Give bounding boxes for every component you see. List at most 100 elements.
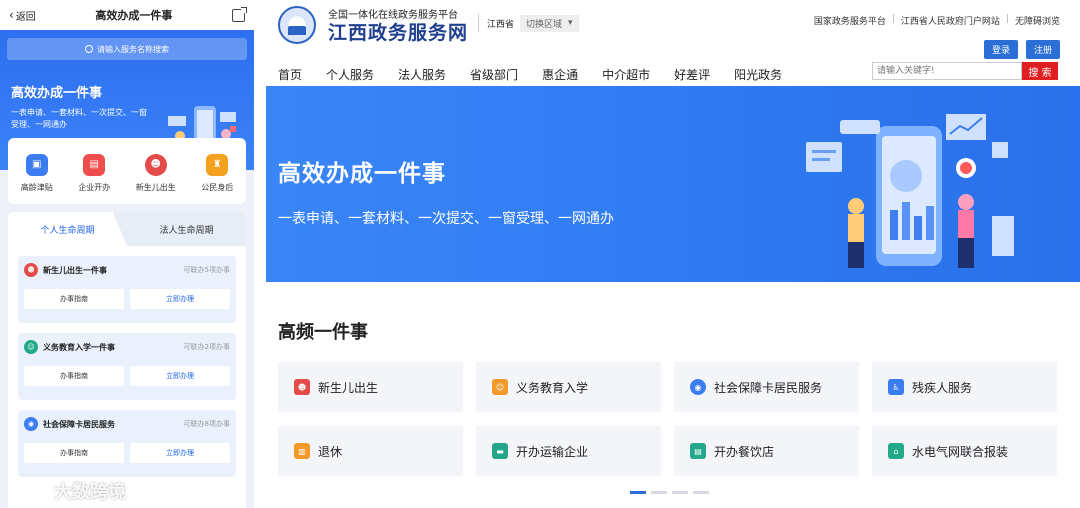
nav-corporate[interactable]: 法人服务 (398, 66, 446, 83)
mobile-quick-icons: ▣ 高龄津贴 ▤ 企业开办 ☻ 新生儿出生 ♜ 公民身后 (8, 138, 246, 204)
service-label: 水电气网联合报装 (912, 444, 1009, 459)
mobile-hero-subtitle: 一表申请、一套材料、一次提交、一窗受理、一网通办 (11, 108, 147, 129)
service-label: 开办餐饮店 (714, 444, 775, 459)
quick-item-0[interactable]: ▣ 高龄津贴 (20, 153, 53, 193)
service-tile[interactable]: ⌂ 水电气网联合报装 (872, 426, 1057, 476)
list-item: ☺ 义务教育入学一件事 可联办2项办事 办事指南 立即办理 (18, 333, 236, 400)
service-tile[interactable]: ☻ 新生儿出生 (278, 362, 463, 412)
card-count: 可联办5项办事 (183, 266, 230, 274)
school-icon: ☺ (492, 379, 508, 395)
baby-icon: ☻ (294, 379, 310, 395)
retire-icon: ▥ (294, 443, 310, 459)
mobile-service-list: ☻ 新生儿出生一件事 可联办5项办事 办事指南 立即办理 ☺ 义务教育入学一件事 (8, 246, 246, 508)
search-button[interactable]: 搜 索 (1022, 62, 1058, 80)
watermark-logo-icon (10, 480, 50, 502)
service-tile[interactable]: ▥ 退休 (278, 426, 463, 476)
mobile-nav-bar: ‹ 返回 高效办成一件事 (0, 0, 254, 30)
tab-personal-lifecycle[interactable]: 个人生命周期 (8, 212, 127, 246)
carousel-dot-active[interactable] (630, 491, 646, 494)
list-item: ☻ 新生儿出生一件事 可联办5项办事 办事指南 立即办理 (18, 256, 236, 323)
link-accessibility[interactable]: 无障碍浏览 (1015, 14, 1060, 27)
service-label: 义务教育入学 (516, 380, 589, 395)
site-search: 搜 索 (872, 62, 1058, 80)
back-label: 返回 (15, 11, 36, 23)
share-icon[interactable] (232, 6, 247, 22)
social-card-icon: ◉ (690, 379, 706, 395)
nav-home[interactable]: 首页 (278, 66, 302, 83)
link-provincial-portal[interactable]: 江西省人民政府门户网站 (901, 14, 1000, 27)
utility-icon: ⌂ (888, 443, 904, 459)
hero-banner[interactable]: 高效办成一件事 一表申请、一套材料、一次提交、一窗受理、一网通办 (266, 86, 1080, 282)
back-button[interactable]: ‹ 返回 (9, 8, 36, 23)
register-button[interactable]: 注册 (1025, 40, 1060, 59)
service-tile[interactable]: ▤ 开办餐饮店 (674, 426, 859, 476)
guide-button[interactable]: 办事指南 (24, 289, 124, 309)
emblem-logo-icon[interactable] (278, 6, 316, 44)
business-icon: ▤ (83, 153, 106, 176)
guide-button[interactable]: 办事指南 (24, 366, 124, 386)
baby-icon: ☻ (24, 263, 38, 277)
apply-now-button[interactable]: 立即办理 (130, 289, 230, 309)
header-links: 国家政务服务平台 | 江西省人民政府门户网站 | 无障碍浏览 (814, 14, 1060, 27)
carousel-dot[interactable] (672, 491, 688, 494)
service-label: 残疾人服务 (912, 380, 973, 395)
switch-region-button[interactable]: 切换区域 ▾ (520, 14, 579, 32)
service-tile[interactable]: ▬ 开办运输企业 (476, 426, 661, 476)
login-button[interactable]: 登录 (983, 40, 1018, 59)
province-label: 江西省 (487, 19, 515, 30)
link-separator: | (891, 14, 895, 24)
mobile-app-panel: ‹ 返回 高效办成一件事 请输入服务名称搜索 高效办成一件事 一表申请、一套材料… (0, 0, 254, 508)
region-selector: 江西省 切换区域 ▾ (478, 14, 579, 32)
mobile-search-placeholder: 请输入服务名称搜索 (97, 44, 169, 54)
auth-buttons: 登录 注册 (983, 40, 1060, 59)
quick-label: 高龄津贴 (20, 182, 53, 192)
card-count: 可联办8项办事 (183, 420, 230, 428)
link-national-platform[interactable]: 国家政务服务平台 (814, 14, 886, 27)
section-title: 高频一件事 (278, 322, 368, 343)
list-item: ◉ 社会保障卡居民服务 可联办8项办事 办事指南 立即办理 (18, 410, 236, 477)
apply-now-button[interactable]: 立即办理 (130, 366, 230, 386)
quick-item-3[interactable]: ♜ 公民身后 (201, 153, 234, 193)
nav-huiqitong[interactable]: 惠企通 (542, 66, 578, 83)
service-tile[interactable]: ◉ 社会保障卡居民服务 (674, 362, 859, 412)
comparison-screenshot: ‹ 返回 高效办成一件事 请输入服务名称搜索 高效办成一件事 一表申请、一套材料… (0, 0, 1080, 508)
mobile-search-bar[interactable]: 请输入服务名称搜索 (7, 38, 247, 60)
mobile-page-title: 高效办成一件事 (95, 9, 173, 22)
baby-icon: ☻ (144, 153, 167, 176)
nav-provincial-depts[interactable]: 省级部门 (470, 66, 518, 83)
service-label: 新生儿出生 (318, 380, 379, 395)
search-icon (85, 45, 93, 53)
quick-item-1[interactable]: ▤ 企业开办 (78, 153, 111, 193)
transport-icon: ▬ (492, 443, 508, 459)
switch-region-label: 切换区域 (526, 19, 563, 30)
apply-now-button[interactable]: 立即办理 (130, 443, 230, 463)
nav-sunshine-gov[interactable]: 阳光政务 (734, 66, 782, 83)
tab-corporate-lifecycle[interactable]: 法人生命周期 (127, 212, 246, 246)
site-title[interactable]: 江西政务服务网 (328, 18, 468, 45)
memorial-icon: ♜ (206, 153, 229, 176)
mobile-tabs: 个人生命周期 法人生命周期 (8, 212, 246, 246)
search-input[interactable] (872, 62, 1022, 80)
guide-button[interactable]: 办事指南 (24, 443, 124, 463)
card-title: 义务教育入学一件事 (43, 342, 115, 352)
social-card-icon: ◉ (24, 417, 38, 431)
quick-label: 公民身后 (201, 182, 234, 192)
wheelchair-icon: ♿ (888, 379, 904, 395)
quick-label: 新生儿出生 (135, 182, 176, 192)
allowance-icon: ▣ (25, 153, 48, 176)
caret-down-icon: ▾ (568, 18, 573, 28)
service-tile[interactable]: ☺ 义务教育入学 (476, 362, 661, 412)
quick-label: 企业开办 (78, 182, 111, 192)
card-title: 新生儿出生一件事 (43, 265, 107, 275)
chevron-left-icon: ‹ (9, 8, 14, 22)
service-tile[interactable]: ♿ 残疾人服务 (872, 362, 1057, 412)
nav-rating[interactable]: 好差评 (674, 66, 710, 83)
link-separator: | (1005, 14, 1009, 24)
student-icon: ☺ (24, 340, 38, 354)
quick-item-2[interactable]: ☻ 新生儿出生 (135, 153, 176, 193)
nav-personal[interactable]: 个人服务 (326, 66, 374, 83)
carousel-dot[interactable] (651, 491, 667, 494)
nav-agency-market[interactable]: 中介超市 (602, 66, 650, 83)
carousel-dot[interactable] (693, 491, 709, 494)
banner-title: 高效办成一件事 (278, 161, 446, 187)
